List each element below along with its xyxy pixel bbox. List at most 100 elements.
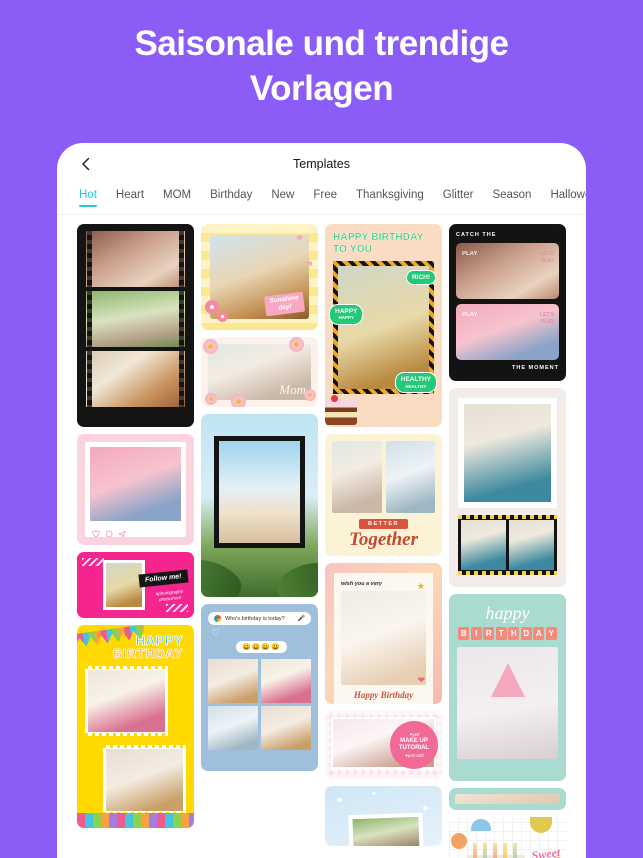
headline-line-2: Vorlagen: [249, 68, 394, 108]
photo-collage: [208, 659, 311, 750]
search-bar[interactable]: Who's birthday is today? 🎤: [208, 612, 311, 625]
template-card-mom[interactable]: Mom: [201, 337, 318, 407]
sweet-birthday-script: Sweet Birthday!: [512, 845, 562, 858]
photo-slot: [261, 706, 311, 750]
photo: [352, 816, 420, 846]
film-perforation-icon: [179, 231, 184, 287]
photo: [219, 441, 300, 543]
banner-letter: B: [458, 627, 470, 640]
makeup-bottom: ✦just add: [404, 752, 424, 758]
template-card-sunshine-day[interactable]: Sunshine day!: [201, 224, 318, 330]
film-frame: [86, 231, 185, 287]
polaroid-frame: [458, 398, 557, 508]
photo-slot: [455, 794, 560, 804]
bubble-happy-main: HAPPY: [335, 308, 358, 315]
photo-slot: [90, 447, 181, 521]
photo: [385, 441, 435, 513]
photo-slot: [332, 441, 382, 513]
daisy-icon: [203, 339, 218, 354]
butterfly-icon: [295, 234, 304, 241]
template-card-shiba-birthday[interactable]: happy B I R T H D A Y: [449, 594, 566, 781]
tab-hot[interactable]: Hot: [79, 189, 97, 207]
tab-halloween[interactable]: Halloween: [550, 189, 586, 207]
daisy-icon: [205, 393, 217, 405]
daisy-icon: [304, 389, 316, 401]
photo-slot: PLAY LET'S PLAY: [456, 243, 559, 299]
template-card-yellow-birthday[interactable]: HAPPY BIRTHDAY: [77, 625, 194, 828]
decor-blob: [530, 817, 552, 833]
banner-letter: D: [520, 627, 532, 640]
title-line-2: BIRTHDAY: [113, 646, 183, 661]
photo-slot: PLAY LET'S PLAY: [456, 304, 559, 360]
film-perforation-icon: [87, 291, 92, 347]
template-card-mint-peek[interactable]: [449, 788, 566, 810]
social-icon-bar: [90, 521, 181, 538]
photo-row: [332, 441, 435, 513]
template-card-makeup-tutorial[interactable]: ✦yeti MAKE UP TUTORIAL ✦just add: [325, 711, 442, 779]
candle-icon: [483, 843, 487, 858]
decor-blob: [471, 819, 491, 831]
template-card-catch-the-moment[interactable]: CATCH THE PLAY LET'S PLAY PLAY LET'S PLAY …: [449, 224, 566, 381]
template-card-sweet-birthday[interactable]: Sweet Birthday!: [449, 817, 566, 858]
template-card-follow-me[interactable]: Follow me! #photography photoshoot: [77, 552, 194, 618]
photo: [464, 404, 551, 502]
play-label: PLAY: [462, 251, 478, 257]
template-card-wish-you-a-very[interactable]: wish you a very ★ ❤ Happy Birthday: [325, 563, 442, 704]
makeup-line-2: TUTORIAL: [398, 745, 430, 751]
bubble-rich: RICH!: [405, 270, 436, 286]
template-card-beach-palm[interactable]: [201, 414, 318, 597]
polaroid-frame: [85, 442, 186, 538]
comment-icon: [105, 525, 113, 538]
photo: [461, 520, 506, 570]
template-card-film-negative[interactable]: [449, 388, 566, 587]
photo-slot: [261, 659, 311, 703]
film-strip: [458, 515, 557, 575]
template-card-pink-polaroid[interactable]: [77, 434, 194, 545]
heart-icon: [92, 525, 100, 538]
template-card-star-blue[interactable]: ✦ ✦ ✦: [325, 786, 442, 846]
film-perforation-icon: [87, 231, 92, 287]
film-perforation-icon: [458, 571, 557, 575]
template-card-better-together[interactable]: BETTER Together: [325, 434, 442, 556]
party-hat-icon: [490, 663, 525, 697]
navbar: Templates: [57, 143, 586, 185]
candle-icon: [473, 843, 477, 858]
tab-season[interactable]: Season: [492, 189, 531, 207]
play-label: PLAY: [462, 312, 478, 318]
makeup-badge: ✦yeti MAKE UP TUTORIAL ✦just add: [390, 721, 438, 769]
title-line-1: HAPPY BIRTHDAY: [333, 232, 424, 243]
google-icon: [214, 615, 221, 622]
photo-slot: [461, 520, 506, 570]
tab-glitter[interactable]: Glitter: [443, 189, 474, 207]
tab-birthday[interactable]: Birthday: [210, 189, 252, 207]
microphone-icon[interactable]: 🎤: [298, 615, 305, 622]
butterfly-icon: [305, 260, 314, 267]
film-perforation-icon: [87, 351, 92, 407]
ribbon-line-2: day!: [277, 303, 292, 312]
star-icon: ✦: [335, 795, 345, 807]
film-perforation-icon: [179, 291, 184, 347]
heart-arrow-icon: ♡: [211, 628, 220, 639]
photo-slot: [208, 706, 258, 750]
tab-mom[interactable]: MOM: [163, 189, 191, 207]
template-card-happy-birthday-to-you[interactable]: HAPPY BIRTHDAY TO YOU RICH! HAPPY HAPPY …: [325, 224, 442, 427]
bubble-healthy-sub: HEALTHY: [405, 383, 427, 389]
film-perforation-icon: [85, 733, 168, 736]
together-banner: BETTER: [359, 519, 408, 529]
photo-slot: [88, 670, 165, 732]
category-tabs: Hot Heart MOM Birthday New Free Thanksgi…: [57, 185, 586, 215]
shiba-script: happy: [485, 603, 530, 623]
tab-free[interactable]: Free: [313, 189, 337, 207]
bubble-healthy: HEALTHY HEALTHY: [394, 372, 437, 393]
side-label: LET'S PLAY: [540, 251, 554, 264]
photo-slot: [348, 812, 424, 846]
template-card-film-strip-black[interactable]: [77, 224, 194, 427]
photo-slot: [214, 436, 305, 548]
tab-thanksgiving[interactable]: Thanksgiving: [356, 189, 424, 207]
chevron-left-icon[interactable]: [79, 157, 93, 171]
bubble-happy: HAPPY HAPPY: [329, 304, 364, 325]
template-card-whose-birthday[interactable]: Who's birthday is today? 🎤 ♡ 😀😀😀😀: [201, 604, 318, 771]
tab-heart[interactable]: Heart: [116, 189, 144, 207]
banner-letter: T: [495, 627, 507, 640]
tab-new[interactable]: New: [271, 189, 294, 207]
